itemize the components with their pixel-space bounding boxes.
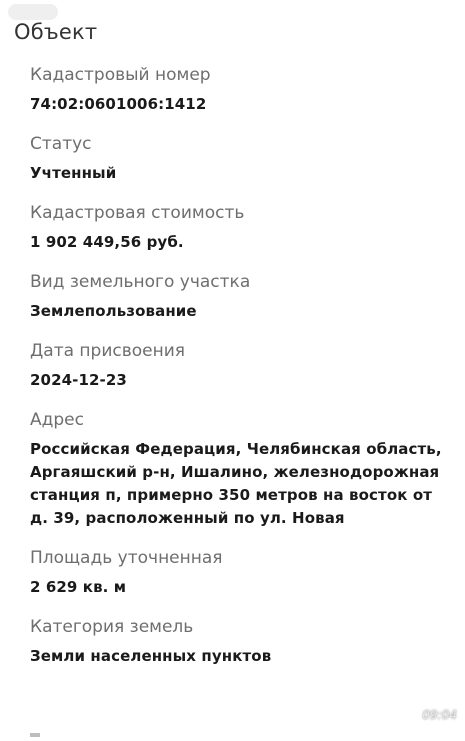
- page-title: Объект: [14, 20, 98, 44]
- field-label: Кадастровая стоимость: [30, 203, 245, 223]
- object-details: Кадастровый номер 74:02:0601006:1412 Ста…: [30, 64, 455, 685]
- field-value: 2024-12-23: [30, 371, 127, 389]
- field-cadastral-number: Кадастровый номер 74:02:0601006:1412: [30, 64, 455, 116]
- field-cadastral-value: Кадастровая стоимость 1 902 449,56 руб.: [30, 202, 455, 254]
- field-value: 2 629 кв. м: [30, 578, 127, 596]
- field-label: Вид земельного участка: [30, 272, 251, 292]
- field-value: 74:02:0601006:1412: [30, 95, 207, 113]
- next-field-label-cut-off: [30, 728, 58, 741]
- field-value: 1 902 449,56 руб.: [30, 233, 184, 251]
- field-land-plot-type: Вид земельного участка Землепользование: [30, 271, 455, 323]
- field-label: Дата присвоения: [30, 341, 185, 361]
- field-value: Учтенный: [30, 164, 117, 182]
- clock-overlay: 09:04: [422, 708, 457, 722]
- field-label: Площадь уточненная: [30, 548, 223, 568]
- field-value: Земли населенных пунктов: [30, 647, 272, 665]
- field-area: Площадь уточненная 2 629 кв. м: [30, 547, 455, 599]
- field-address: Адрес Российская Федерация, Челябинская …: [30, 409, 455, 530]
- field-label: Категория земель: [30, 617, 194, 637]
- field-land-category: Категория земель Земли населенных пункто…: [30, 616, 455, 668]
- field-status: Статус Учтенный: [30, 133, 455, 185]
- field-value: Землепользование: [30, 302, 197, 320]
- field-label: Кадастровый номер: [30, 65, 211, 85]
- field-label: Статус: [30, 134, 92, 154]
- app-logo-icon: [8, 4, 58, 20]
- field-label: Адрес: [30, 410, 84, 430]
- field-assignment-date: Дата присвоения 2024-12-23: [30, 340, 455, 392]
- field-value: Российская Федерация, Челябинская област…: [30, 440, 442, 527]
